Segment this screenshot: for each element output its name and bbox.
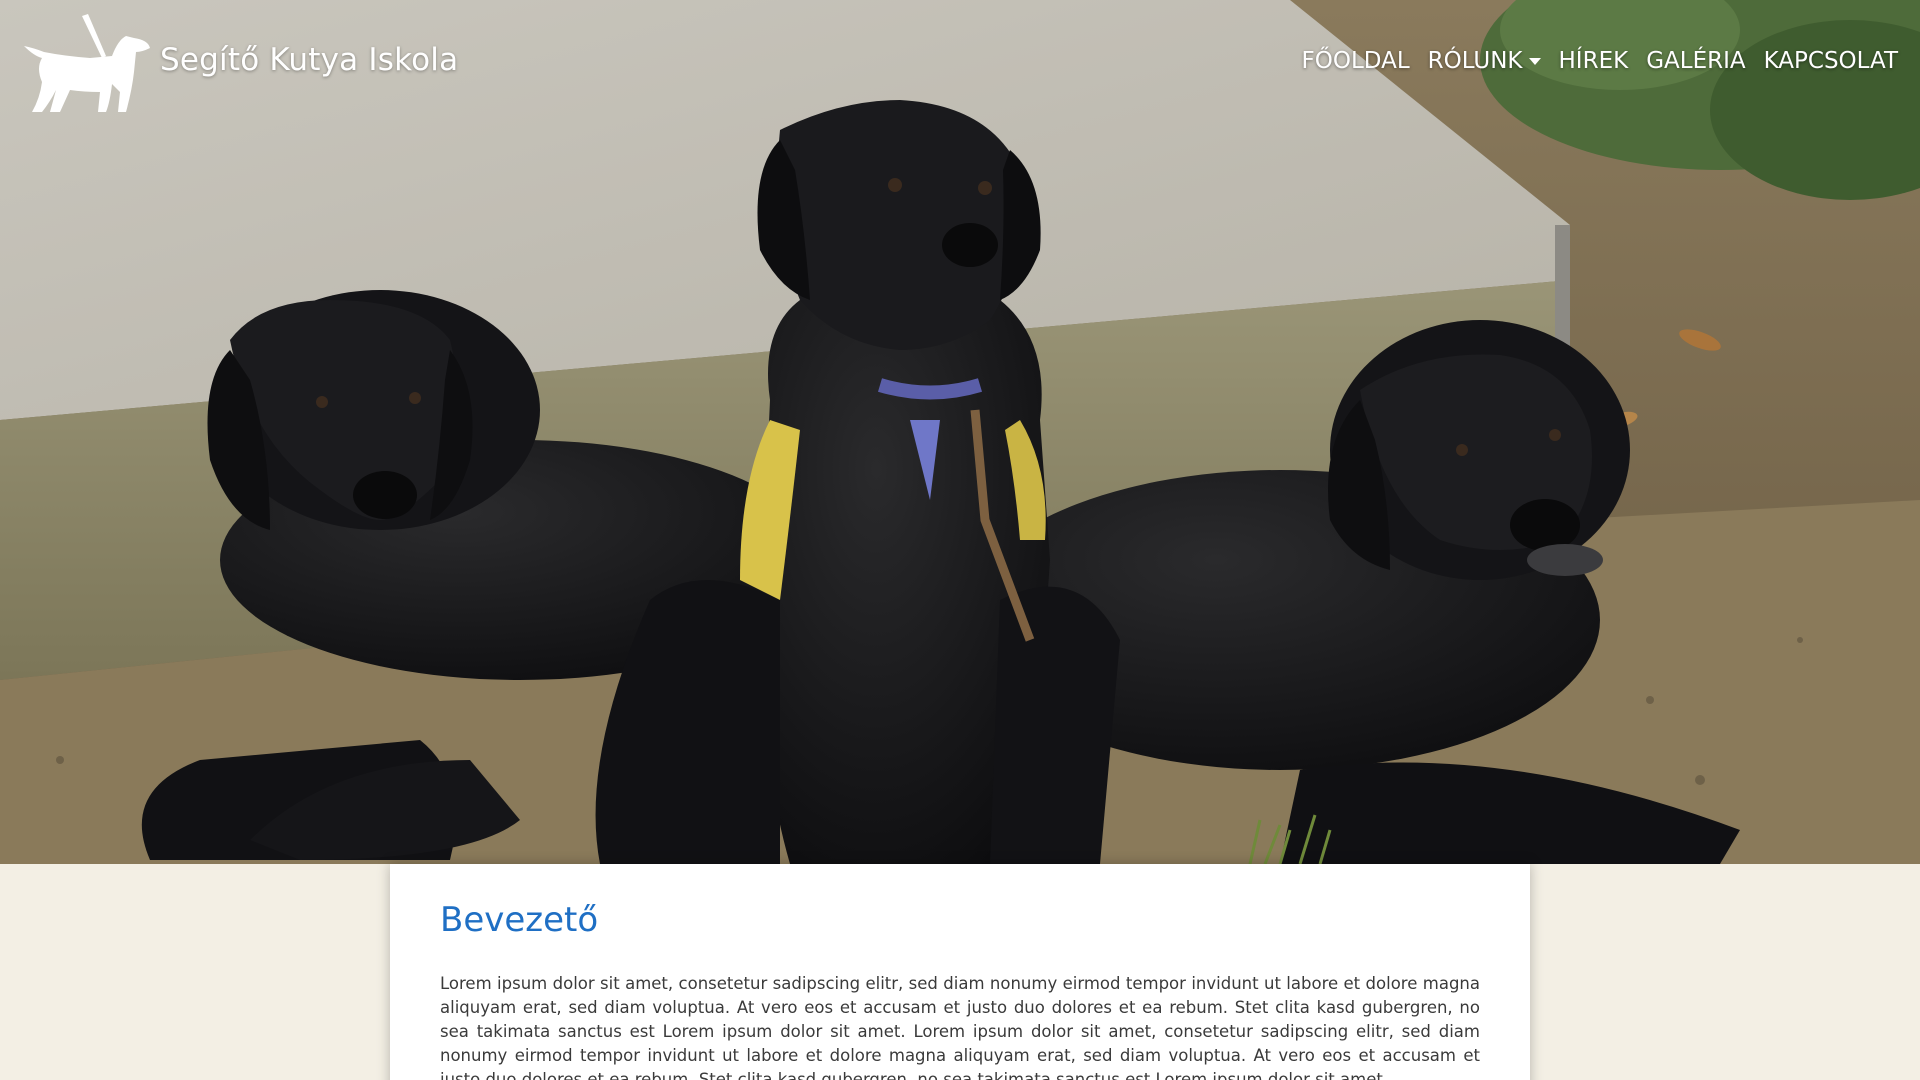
caret-down-icon	[1528, 57, 1541, 65]
nav-item-home[interactable]: FŐOLDAL	[1302, 48, 1410, 74]
nav-item-label: KAPCSOLAT	[1763, 48, 1898, 74]
nav-item-label: HÍREK	[1558, 48, 1629, 74]
nav-item-news[interactable]: HÍREK	[1559, 48, 1629, 74]
nav-item-gallery[interactable]: GALÉRIA	[1646, 48, 1745, 74]
nav-item-contact[interactable]: KAPCSOLAT	[1764, 48, 1898, 74]
brand[interactable]: Segítő Kutya Iskola	[14, 12, 458, 120]
nav-item-label: RÓLUNK	[1427, 48, 1523, 74]
guide-dog-logo-icon	[24, 14, 150, 112]
nav-item-about[interactable]: RÓLUNK	[1428, 48, 1541, 74]
intro-card: Bevezető Lorem ipsum dolor sit amet, con…	[390, 864, 1530, 1080]
hero-image	[0, 0, 1920, 864]
main-nav: FŐOLDAL RÓLUNK HÍREK GALÉRIA KAPCSOLAT	[1302, 48, 1898, 74]
intro-text: Lorem ipsum dolor sit amet, consetetur s…	[440, 974, 1480, 1080]
hero-photo	[0, 0, 1920, 864]
intro-title: Bevezető	[440, 900, 599, 940]
nav-item-label: FŐOLDAL	[1301, 48, 1410, 74]
brand-name: Segítő Kutya Iskola	[160, 42, 459, 78]
nav-item-label: GALÉRIA	[1646, 48, 1746, 74]
